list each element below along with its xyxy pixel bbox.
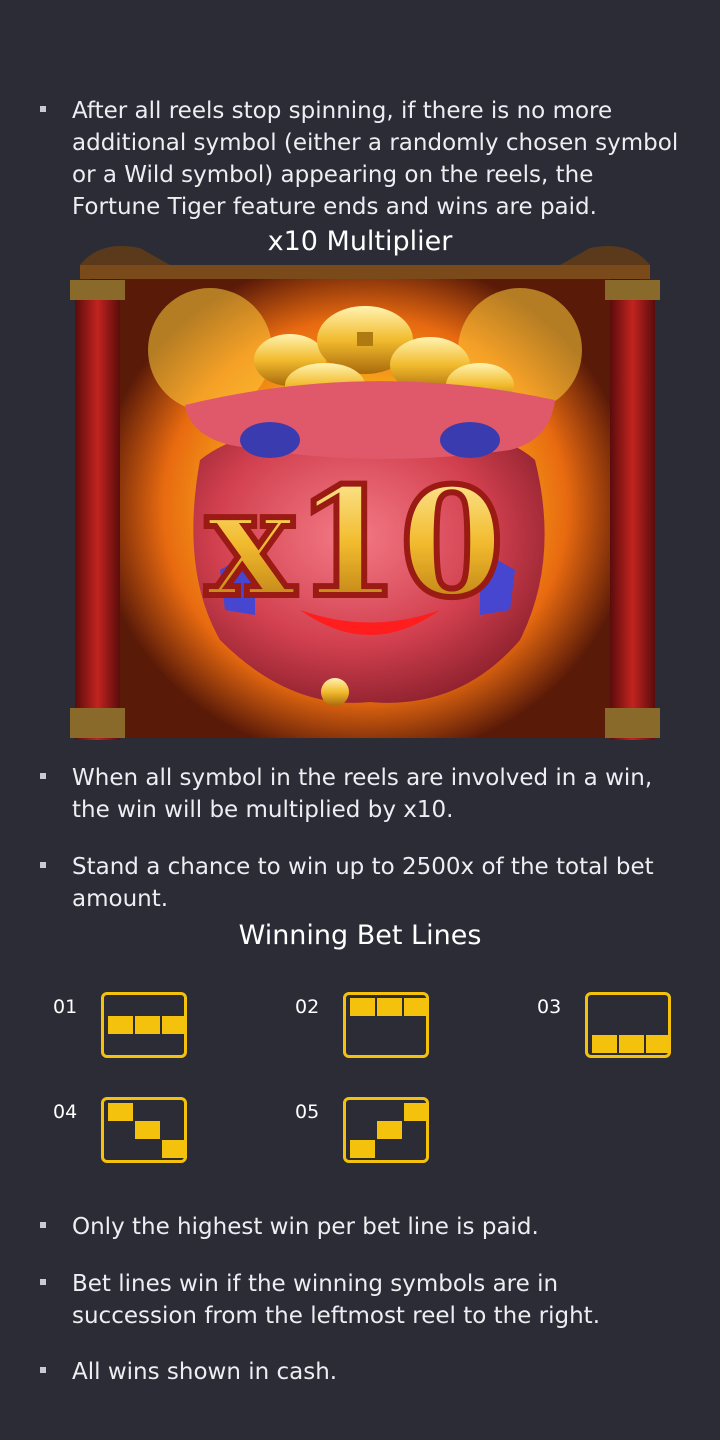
bet-line-cell xyxy=(350,1140,375,1158)
rule-text: Only the highest win per bet line is pai… xyxy=(72,1214,539,1240)
rule-succession: Bet lines win if the winning symbols are… xyxy=(40,1268,680,1332)
rule-reels-stop: After all reels stop spinning, if there … xyxy=(40,95,680,223)
bullet-icon xyxy=(40,773,46,779)
rule-multiplied-win: When all symbol in the reels are involve… xyxy=(40,762,680,826)
bet-line-cell xyxy=(162,1140,187,1158)
bet-line-cell xyxy=(404,998,429,1016)
bet-line-cell xyxy=(350,998,375,1016)
x10-multiplier-illustration: x10 xyxy=(70,246,660,740)
bet-line-cell xyxy=(619,1035,644,1053)
bet-line-cell xyxy=(135,1121,160,1139)
bet-line-cell xyxy=(108,1103,133,1121)
bet-line-diagram-01 xyxy=(101,992,187,1058)
bet-line-cell xyxy=(108,1016,133,1034)
rule-cash-wins: All wins shown in cash. xyxy=(40,1356,680,1388)
bet-line-cell xyxy=(162,1016,187,1034)
rule-text: All wins shown in cash. xyxy=(72,1359,338,1385)
bet-line-cell xyxy=(135,1016,160,1034)
bet-line-label: 03 xyxy=(537,996,562,1018)
rule-max-win: Stand a chance to win up to 2500x of the… xyxy=(40,851,680,915)
bet-line-cell xyxy=(377,998,402,1016)
bet-line-cell xyxy=(646,1035,671,1053)
rule-text: Stand a chance to win up to 2500x of the… xyxy=(72,854,654,912)
bet-line-diagram-02 xyxy=(343,992,429,1058)
rule-text: After all reels stop spinning, if there … xyxy=(72,98,679,220)
bullet-icon xyxy=(40,1222,46,1228)
bullet-icon xyxy=(40,106,46,112)
bet-lines-title: Winning Bet Lines xyxy=(238,920,482,951)
bullet-icon xyxy=(40,1279,46,1285)
bet-line-label: 04 xyxy=(53,1101,78,1123)
bet-line-cell xyxy=(404,1103,429,1121)
bet-line-label: 02 xyxy=(295,996,320,1018)
bullet-icon xyxy=(40,862,46,868)
bet-line-label: 01 xyxy=(53,996,78,1018)
x10-badge-text: x10 xyxy=(206,455,504,631)
bullet-icon xyxy=(40,1367,46,1373)
rule-text: When all symbol in the reels are involve… xyxy=(72,765,653,823)
bet-line-diagram-03 xyxy=(585,992,671,1058)
bet-line-diagram-05 xyxy=(343,1097,429,1163)
rule-text: Bet lines win if the winning symbols are… xyxy=(72,1271,601,1329)
bet-line-cell xyxy=(592,1035,617,1053)
bet-line-diagram-04 xyxy=(101,1097,187,1163)
rule-highest-win: Only the highest win per bet line is pai… xyxy=(40,1211,680,1243)
bet-line-label: 05 xyxy=(295,1101,320,1123)
bet-line-cell xyxy=(377,1121,402,1139)
